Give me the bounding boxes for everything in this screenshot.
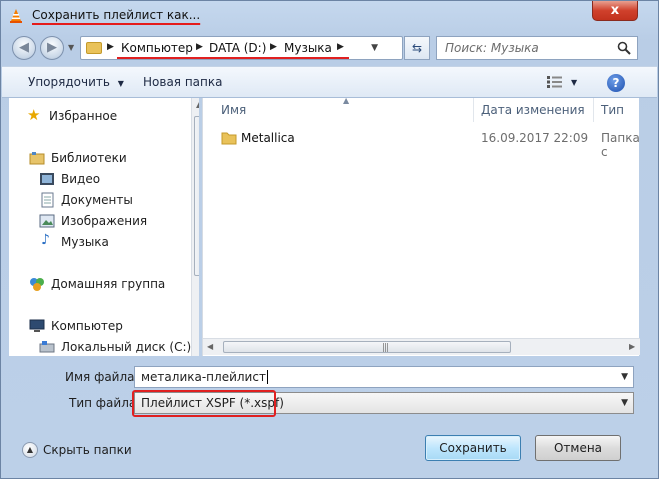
new-folder-button[interactable]: Новая папка — [143, 75, 222, 89]
folder-icon — [86, 42, 102, 54]
scroll-up-icon[interactable]: ▲ — [196, 100, 199, 109]
column-header-date[interactable]: Дата изменения — [481, 103, 585, 117]
column-divider[interactable] — [473, 98, 474, 122]
sidebar-item-label: Музыка — [61, 235, 109, 249]
video-icon — [40, 173, 54, 185]
forward-arrow-icon: ▶ — [47, 40, 57, 55]
cancel-button[interactable]: Отмена — [535, 435, 621, 461]
sidebar-item-label: Избранное — [49, 109, 118, 123]
breadcrumb-computer[interactable]: Компьютер — [121, 41, 193, 55]
libraries-icon — [29, 152, 45, 165]
column-header-name[interactable]: Имя — [221, 103, 246, 117]
back-button[interactable]: ◀ — [12, 36, 36, 60]
filename-value: металика-плейлист — [141, 370, 266, 384]
chevron-right-icon[interactable]: ▶ — [196, 42, 203, 52]
navigation-pane: ★ Избранное Библиотеки Видео Документы И… — [9, 98, 199, 356]
file-date: 16.09.2017 22:09 — [481, 131, 589, 145]
help-icon[interactable]: ? — [607, 74, 625, 92]
text-cursor — [266, 370, 268, 384]
save-dialog: Сохранить плейлист как... x ◀ ▶ ▼ ▶ Комп… — [0, 0, 659, 479]
folder-icon — [221, 132, 237, 145]
filetype-label: Тип файла: — [69, 396, 141, 410]
column-divider[interactable] — [593, 98, 594, 122]
chevron-down-icon[interactable]: ▼ — [621, 398, 628, 408]
close-button[interactable]: x — [592, 1, 638, 21]
search-input[interactable]: Поиск: Музыка — [436, 36, 638, 60]
recent-pages-dropdown[interactable]: ▼ — [68, 43, 74, 52]
chevron-down-icon[interactable]: ▼ — [621, 372, 628, 382]
scrollbar-thumb[interactable] — [194, 116, 199, 276]
sort-ascending-icon: ▲ — [343, 96, 350, 105]
refresh-icon: ⇆ — [411, 41, 423, 55]
breadcrumb-music[interactable]: Музыка — [284, 41, 332, 55]
homegroup-icon — [30, 278, 44, 291]
chevron-right-icon[interactable]: ▶ — [107, 42, 114, 52]
search-icon[interactable] — [617, 41, 631, 55]
file-list: ▲ Имя Дата изменения Тип Metallica 16.09… — [202, 96, 640, 356]
address-bar[interactable]: ▶ Компьютер ▶ DATA (D:) ▶ Музыка ▶ ▼ — [80, 36, 403, 60]
sidebar-scrollbar[interactable]: ▲ — [191, 98, 199, 356]
scroll-left-icon[interactable]: ◀ — [207, 342, 213, 351]
sidebar-item-label: Изображения — [61, 214, 148, 228]
filename-label: Имя файла: — [65, 370, 139, 384]
music-icon: ♪ — [41, 232, 50, 248]
documents-icon — [41, 192, 54, 208]
red-underline — [117, 57, 349, 59]
scrollbar-thumb[interactable]: ||| — [223, 341, 511, 353]
title-bar: Сохранить плейлист как... x — [1, 1, 658, 31]
sidebar-item-label: Документы — [61, 193, 133, 207]
breadcrumb-drive[interactable]: DATA (D:) — [209, 41, 266, 55]
file-type: Папка с — [601, 131, 640, 159]
organize-menu[interactable]: Упорядочить ▼ — [28, 75, 124, 89]
chevron-up-icon: ▲ — [22, 442, 38, 458]
computer-icon — [29, 319, 45, 332]
save-button[interactable]: Сохранить — [425, 435, 521, 461]
sidebar-item-label: Локальный диск (C:) — [61, 340, 192, 354]
star-icon: ★ — [27, 106, 41, 124]
search-placeholder: Поиск: Музыка — [445, 41, 539, 55]
views-icon[interactable] — [547, 76, 563, 88]
refresh-button[interactable]: ⇆ — [404, 36, 430, 60]
sidebar-item-label: Компьютер — [51, 319, 123, 333]
hide-folders-label: Скрыть папки — [43, 443, 132, 457]
file-name: Metallica — [241, 131, 295, 145]
disk-icon — [39, 341, 55, 353]
command-bar: Упорядочить ▼ Новая папка ▼ ? — [2, 66, 657, 98]
sidebar-item-label: Видео — [61, 172, 101, 186]
chevron-down-icon: ▼ — [117, 79, 124, 88]
column-header-type[interactable]: Тип — [601, 103, 624, 117]
forward-button[interactable]: ▶ — [40, 36, 64, 60]
chevron-down-icon[interactable]: ▼ — [371, 43, 378, 53]
vlc-cone-icon — [10, 9, 22, 23]
pictures-icon — [39, 214, 55, 228]
organize-label: Упорядочить — [28, 75, 110, 89]
filename-field[interactable]: металика-плейлист ▼ — [134, 366, 634, 388]
horizontal-scrollbar[interactable]: ◀ ||| ▶ — [203, 338, 640, 355]
views-dropdown-icon[interactable]: ▼ — [571, 78, 577, 87]
sidebar-item-label: Домашняя группа — [51, 277, 166, 291]
sidebar-item-label: Библиотеки — [51, 151, 127, 165]
window-title: Сохранить плейлист как... — [32, 8, 201, 22]
chevron-right-icon[interactable]: ▶ — [337, 42, 344, 52]
scroll-right-icon[interactable]: ▶ — [629, 342, 635, 351]
red-highlight-box — [132, 390, 276, 417]
back-arrow-icon: ◀ — [19, 40, 29, 55]
grip-icon: ||| — [382, 343, 389, 353]
chevron-right-icon[interactable]: ▶ — [270, 42, 277, 52]
